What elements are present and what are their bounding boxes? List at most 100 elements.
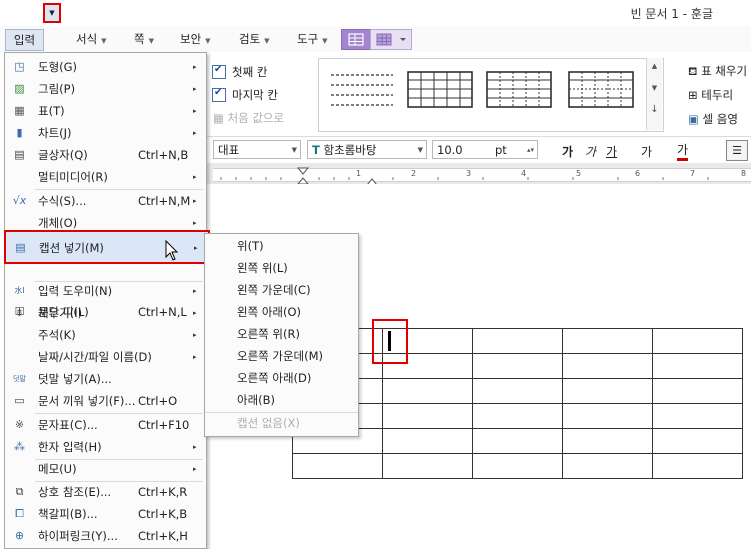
table-cell[interactable] [562, 428, 653, 454]
more-styles-icon[interactable]: ↓ [647, 104, 662, 115]
table-cell[interactable] [652, 353, 743, 379]
table-cell[interactable] [472, 378, 563, 404]
table-cell[interactable] [292, 453, 383, 479]
tab-security[interactable]: 보안 ▼ [180, 29, 211, 49]
table-style-gallery[interactable] [318, 58, 664, 132]
tab-label: 쪽 [134, 32, 145, 46]
table-cell[interactable] [472, 328, 563, 354]
table-cell[interactable] [382, 403, 473, 429]
menu-item-chart[interactable]: ▮ 차트(J) ▸ [5, 122, 206, 144]
menu-item-caption[interactable]: ▤ 캡션 넣기(M) ▸ [4, 230, 210, 264]
table-cell[interactable] [382, 453, 473, 479]
tab-page[interactable]: 쪽 ▼ [134, 29, 154, 49]
table-style-3[interactable] [486, 71, 554, 109]
menu-item-multimedia[interactable]: 멀티미디어(R) ▸ [5, 166, 206, 188]
align-justify-icon[interactable]: ☰ [726, 140, 748, 161]
tab-input[interactable]: 입력 [5, 29, 44, 51]
table-style-4[interactable] [568, 71, 636, 109]
submenu-item-top[interactable]: 위(T) [237, 235, 264, 257]
table-cell[interactable] [652, 403, 743, 429]
title-bar: 빈 문서 1 - 훈글 [0, 0, 751, 26]
submenu-item-right-bottom[interactable]: 오른쪽 아래(D) [237, 367, 311, 389]
style-combo[interactable]: 대표 ▼ [213, 140, 301, 159]
tab-label: 검토 [239, 32, 261, 46]
table-cell[interactable] [652, 428, 743, 454]
stepper-icon[interactable]: ▴▾ [527, 141, 534, 160]
font-size-combo[interactable]: 10.0 pt ▴▾ [432, 140, 538, 159]
table-cell[interactable] [652, 453, 743, 479]
submenu-item-left-bottom[interactable]: 왼쪽 아래(O) [237, 301, 301, 323]
menu-item-picture[interactable]: ▨ 그림(P) ▸ [5, 78, 206, 100]
table-design-button[interactable] [341, 29, 371, 50]
last-col-label: 마지막 칸 [232, 88, 278, 102]
border-button[interactable]: ⊞ 테두리 [688, 87, 733, 103]
table-style-1[interactable] [329, 71, 397, 109]
menu-item-fill[interactable]: ⇟ 채우기(I) ▸ [5, 302, 206, 324]
menu-item-textbox[interactable]: ▤ 글상자(Q) Ctrl+N,B [5, 144, 206, 166]
table-cell[interactable] [562, 378, 653, 404]
table-cell[interactable] [562, 328, 653, 354]
table-cell[interactable] [472, 353, 563, 379]
menu-item-hyperlink[interactable]: ⊕ 하이퍼링크(Y)... Ctrl+K,H [5, 525, 206, 547]
menu-item-datetime[interactable]: 날짜/시간/파일 이름(D) ▸ [5, 346, 206, 368]
menu-item-symbol[interactable]: ※ 문자표(C)... Ctrl+F10 [5, 414, 206, 436]
scroll-down-icon[interactable]: ▼ [647, 84, 662, 92]
table-cell[interactable] [472, 428, 563, 454]
table-design-icon [348, 33, 364, 46]
last-col-checkbox[interactable] [212, 87, 226, 102]
tab-format[interactable]: 서식 ▼ [76, 29, 107, 49]
underline-button[interactable]: 가 [606, 143, 617, 160]
table-style-2[interactable] [407, 71, 475, 109]
menu-item-cross-ref[interactable]: ⧉ 상호 참조(E)... Ctrl+K,R [5, 481, 206, 503]
menu-item-shortcut: Ctrl+K,H [138, 529, 188, 543]
table-layout-button[interactable] [370, 29, 412, 50]
menu-item-label: 상호 참조(E)... [38, 485, 112, 499]
table-cell[interactable] [562, 403, 653, 429]
ruler-scale[interactable] [213, 168, 751, 182]
submenu-item-right-top[interactable]: 오른쪽 위(R) [237, 323, 300, 345]
input-dropdown-button[interactable]: ▼ [43, 3, 61, 23]
menu-item-bookmark[interactable]: ⧠ 책갈피(B)... Ctrl+K,B [5, 503, 206, 525]
formula-icon: √x [12, 194, 27, 207]
document-table[interactable] [292, 328, 743, 479]
table-cell[interactable] [562, 353, 653, 379]
submenu-item-bottom[interactable]: 아래(B) [237, 389, 275, 411]
table-row [292, 403, 743, 429]
tab-tools[interactable]: 도구 ▼ [297, 29, 328, 49]
menu-item-ruby-text[interactable]: 덧말 덧말 넣기(A)... [5, 368, 206, 390]
table-cell[interactable] [652, 328, 743, 354]
menu-item-shape[interactable]: ◳ 도형(G) ▸ [5, 56, 206, 78]
table-cell[interactable] [382, 428, 473, 454]
menu-item-annotation[interactable]: 주석(K) ▸ [5, 324, 206, 346]
menu-item-hanja[interactable]: ⁂ 한자 입력(H) ▸ [5, 436, 206, 458]
fill-table-button[interactable]: ⛾ 표 채우기 [688, 63, 747, 80]
table-layout-icon [376, 33, 406, 46]
table-cell[interactable] [652, 378, 743, 404]
strike-button[interactable]: 가 [641, 143, 652, 160]
ruler-label: 2 [411, 169, 417, 178]
bold-button[interactable]: 가 [562, 143, 573, 160]
first-col-checkbox[interactable] [212, 64, 226, 79]
font-combo[interactable]: T 함초롬바탕 ▼ [307, 140, 427, 159]
style-gallery-scrollbar[interactable]: ▲ ▼ ↓ [646, 58, 662, 130]
menu-item-input-helper[interactable]: 水I 입력 도우미(N) ▸ [5, 280, 206, 302]
submenu-item-right-center[interactable]: 오른쪽 가운데(M) [237, 345, 323, 367]
italic-button[interactable]: 가 [585, 143, 596, 160]
font-color-button[interactable]: 가 [677, 141, 689, 161]
font-size-value: 10.0 [437, 143, 463, 157]
menu-item-label: 수식(S)... [38, 194, 87, 208]
input-menu: ◳ 도형(G) ▸ ▨ 그림(P) ▸ ▦ 표(T) ▸ ▮ 차트(J) ▸ ▤ 글상자(Q) Ct… [4, 52, 207, 549]
tab-review[interactable]: 검토 ▼ [239, 29, 270, 49]
table-cell[interactable] [472, 403, 563, 429]
menu-item-insert-doc[interactable]: ▭ 문서 끼워 넣기(F)... Ctrl+O [5, 390, 206, 412]
table-cell[interactable] [562, 453, 653, 479]
menu-item-memo[interactable]: 메모(U) ▸ [5, 458, 206, 480]
menu-item-table[interactable]: ▦ 표(T) ▸ [5, 100, 206, 122]
cell-shade-button[interactable]: ▣ 셀 음영 [688, 111, 738, 127]
scroll-up-icon[interactable]: ▲ [647, 62, 662, 70]
menu-item-formula[interactable]: √x 수식(S)... Ctrl+N,M ▸ [5, 190, 206, 212]
table-cell[interactable] [472, 453, 563, 479]
submenu-item-left-top[interactable]: 왼쪽 위(L) [237, 257, 288, 279]
submenu-item-left-center[interactable]: 왼쪽 가운데(C) [237, 279, 311, 301]
table-cell[interactable] [382, 378, 473, 404]
